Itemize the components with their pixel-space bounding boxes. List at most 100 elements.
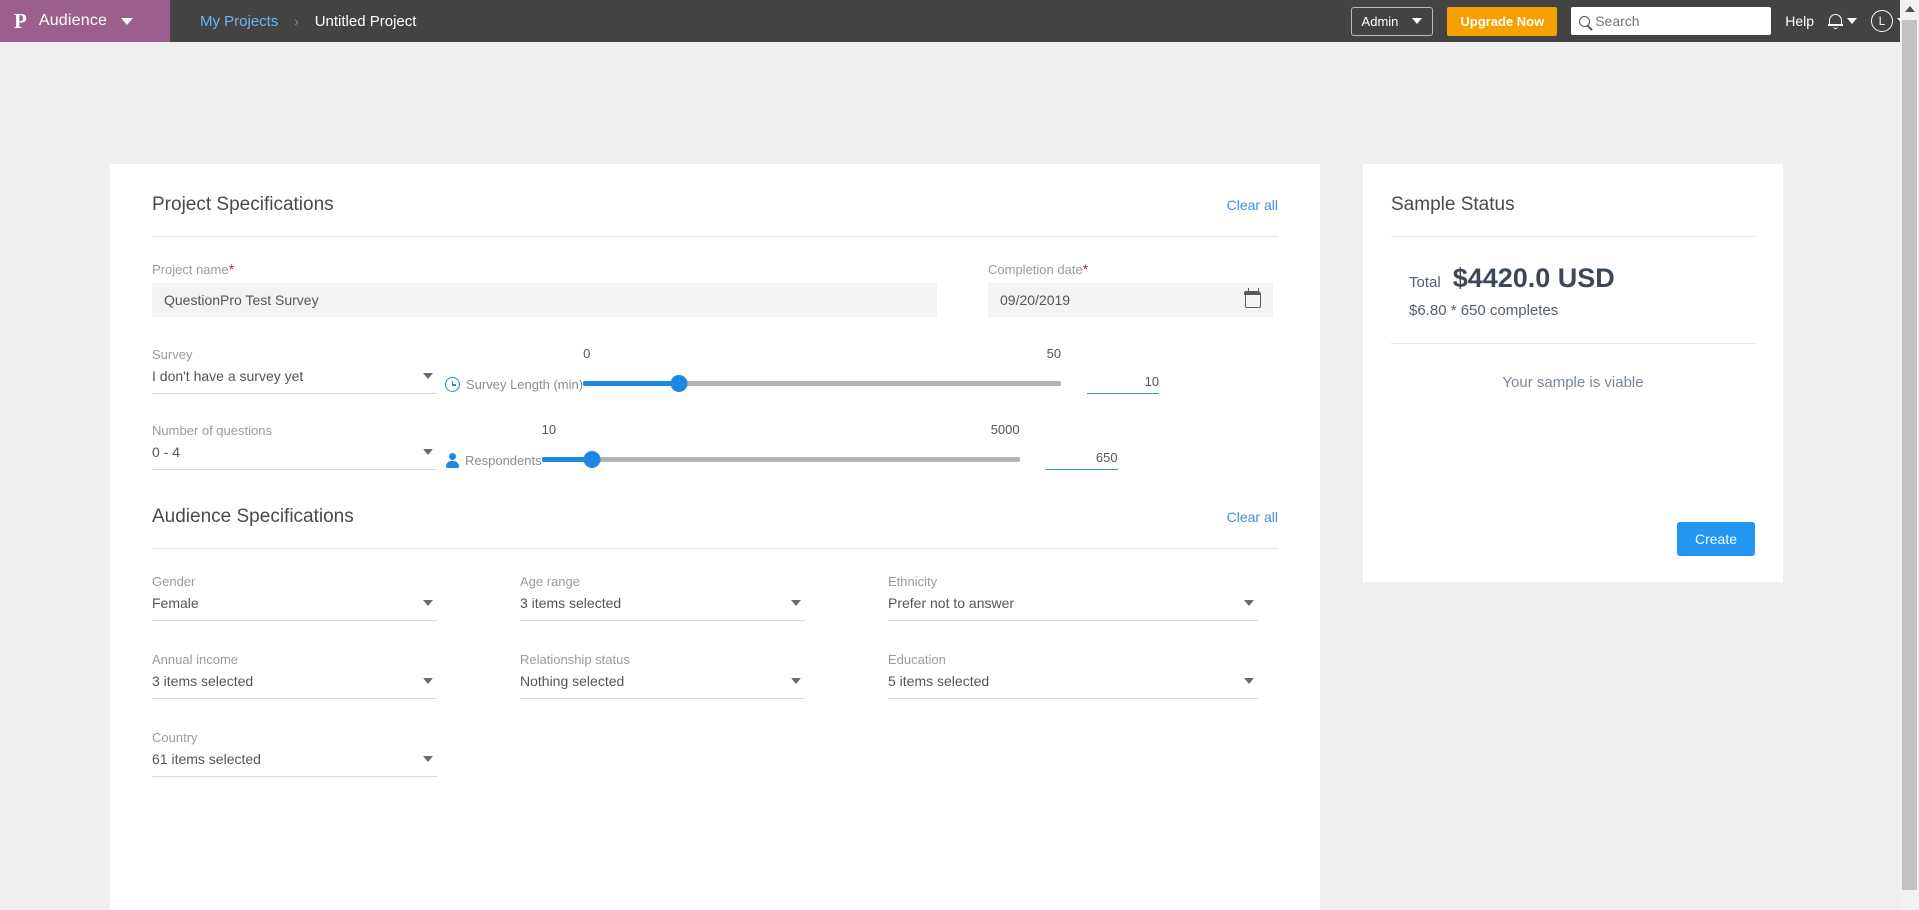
- gender-select[interactable]: Female: [152, 595, 437, 621]
- age-range-select[interactable]: 3 items selected: [520, 595, 805, 621]
- clock-icon: [445, 377, 460, 392]
- respondents-label: Respondents: [445, 453, 542, 470]
- avatar[interactable]: L: [1871, 10, 1893, 32]
- audience-row-1: Gender Female Age range 3 items selected…: [110, 574, 1320, 621]
- search-box[interactable]: [1571, 7, 1777, 35]
- education-select[interactable]: 5 items selected: [888, 673, 1258, 699]
- gender-value: Female: [152, 595, 199, 611]
- calendar-icon[interactable]: [1244, 288, 1261, 308]
- person-icon: [445, 453, 459, 468]
- chevron-down-icon[interactable]: [1847, 18, 1857, 24]
- country-value: 61 items selected: [152, 751, 261, 767]
- respondents-min: 10: [541, 422, 557, 437]
- respondents-value-input[interactable]: [1045, 450, 1118, 470]
- chevron-down-icon: [423, 678, 433, 684]
- required-asterisk: *: [228, 261, 235, 277]
- completion-date-field[interactable]: [988, 283, 1273, 317]
- brand-name-label: Audience: [38, 12, 108, 29]
- triangle-up-icon: [1904, 5, 1915, 12]
- project-name-label: Project name*: [152, 261, 937, 277]
- annual-income-value: 3 items selected: [152, 673, 254, 689]
- breadcrumb-separator-icon: ›: [294, 13, 299, 29]
- total-amount: $4420.0 USD: [1452, 263, 1615, 293]
- respondents-track[interactable]: [541, 457, 1020, 462]
- chevron-down-icon: [1244, 678, 1254, 684]
- project-name-date-row: Project name* Completion date*: [110, 261, 1320, 317]
- audience-specs-clear-all-link[interactable]: Clear all: [1227, 509, 1278, 525]
- completion-date-input[interactable]: [1000, 292, 1245, 308]
- survey-length-min: 0: [583, 346, 591, 361]
- ethnicity-label: Ethnicity: [888, 574, 938, 589]
- respondents-max: 5000: [990, 422, 1020, 437]
- required-asterisk: *: [1082, 261, 1089, 277]
- number-of-questions-field-group: Number of questions 0 - 4: [152, 423, 437, 470]
- sample-total-row: Total $4420.0 USD: [1363, 237, 1783, 294]
- completion-date-label-text: Completion date: [988, 262, 1083, 277]
- country-select[interactable]: 61 items selected: [152, 751, 437, 777]
- admin-menu-button[interactable]: Admin: [1350, 6, 1434, 36]
- survey-length-value-group: [1087, 373, 1160, 394]
- chevron-down-icon: [1244, 600, 1254, 606]
- country-field-group: Country 61 items selected: [152, 730, 455, 777]
- ethnicity-value: Prefer not to answer: [888, 595, 1015, 611]
- survey-label: Survey: [152, 347, 193, 362]
- number-of-questions-label: Number of questions: [152, 423, 272, 438]
- chevron-down-icon: [1412, 18, 1423, 24]
- notifications-group[interactable]: [1828, 13, 1857, 29]
- bell-clapper: [1833, 26, 1838, 29]
- help-link[interactable]: Help: [1785, 13, 1814, 29]
- upgrade-now-button[interactable]: Upgrade Now: [1447, 6, 1558, 36]
- sample-status-card: Sample Status Total $4420.0 USD $6.80 * …: [1363, 164, 1783, 582]
- survey-length-slider-group: Survey Length (min) 0 50: [445, 346, 1160, 394]
- project-name-field-group: Project name*: [152, 261, 937, 317]
- breadcrumb-my-projects-link[interactable]: My Projects: [200, 13, 278, 30]
- page-scrollbar[interactable]: [1900, 0, 1919, 910]
- project-specs-clear-all-link[interactable]: Clear all: [1227, 197, 1278, 213]
- education-value: 5 items selected: [888, 673, 990, 689]
- ethnicity-select[interactable]: Prefer not to answer: [888, 595, 1258, 621]
- project-name-label-text: Project name: [152, 262, 229, 277]
- total-label: Total: [1409, 274, 1441, 291]
- search-input[interactable]: [1595, 13, 1777, 29]
- survey-length-row: Survey I don't have a survey yet Survey …: [110, 346, 1320, 394]
- survey-length-slider[interactable]: 0 50: [583, 346, 1062, 394]
- bell-icon[interactable]: [1828, 13, 1843, 29]
- survey-length-thumb[interactable]: [670, 375, 688, 392]
- brand-audience-menu[interactable]: P Audience: [0, 0, 170, 42]
- project-name-input[interactable]: [152, 283, 937, 317]
- relationship-status-value: Nothing selected: [520, 673, 625, 689]
- search-icon: [1579, 15, 1591, 27]
- survey-select[interactable]: I don't have a survey yet: [152, 368, 437, 394]
- age-range-label: Age range: [520, 574, 580, 589]
- questionpro-logo-icon: P: [14, 8, 27, 33]
- chevron-down-icon: [791, 600, 801, 606]
- chevron-down-icon: [423, 373, 433, 379]
- top-right-actions: Admin Upgrade Now Help L: [1350, 0, 1919, 42]
- number-of-questions-select[interactable]: 0 - 4: [152, 444, 437, 470]
- create-button[interactable]: Create: [1676, 522, 1755, 556]
- sample-status-title: Sample Status: [1391, 194, 1515, 215]
- audience-specifications-title: Audience Specifications: [152, 506, 354, 527]
- survey-length-track-fill: [583, 381, 679, 386]
- annual-income-select[interactable]: 3 items selected: [152, 673, 437, 699]
- relationship-status-select[interactable]: Nothing selected: [520, 673, 805, 699]
- age-range-value: 3 items selected: [520, 595, 622, 611]
- scrollbar-thumb[interactable]: [1902, 20, 1917, 890]
- education-field-group: Education 5 items selected: [888, 652, 1258, 699]
- respondents-row: Number of questions 0 - 4 Respondents 10…: [110, 422, 1320, 470]
- audience-row-2: Annual income 3 items selected Relations…: [110, 652, 1320, 699]
- respondents-thumb[interactable]: [583, 451, 601, 468]
- respondents-slider[interactable]: 10 5000: [541, 422, 1020, 470]
- annual-income-field-group: Annual income 3 items selected: [152, 652, 455, 699]
- age-range-field-group: Age range 3 items selected: [520, 574, 823, 621]
- number-of-questions-value: 0 - 4: [152, 444, 181, 460]
- scroll-up-arrow-icon[interactable]: [1900, 0, 1919, 17]
- audience-row-3: Country 61 items selected: [110, 730, 1320, 777]
- respondents-label-text: Respondents: [465, 453, 542, 468]
- gender-label: Gender: [152, 574, 196, 589]
- create-button-wrap: Create: [1676, 522, 1755, 556]
- survey-length-label: Survey Length (min): [445, 377, 583, 394]
- page-content: Project Specifications Clear all Project…: [0, 42, 1900, 910]
- survey-length-value-input[interactable]: [1087, 374, 1160, 394]
- top-navigation-bar: P Audience My Projects › Untitled Projec…: [0, 0, 1919, 42]
